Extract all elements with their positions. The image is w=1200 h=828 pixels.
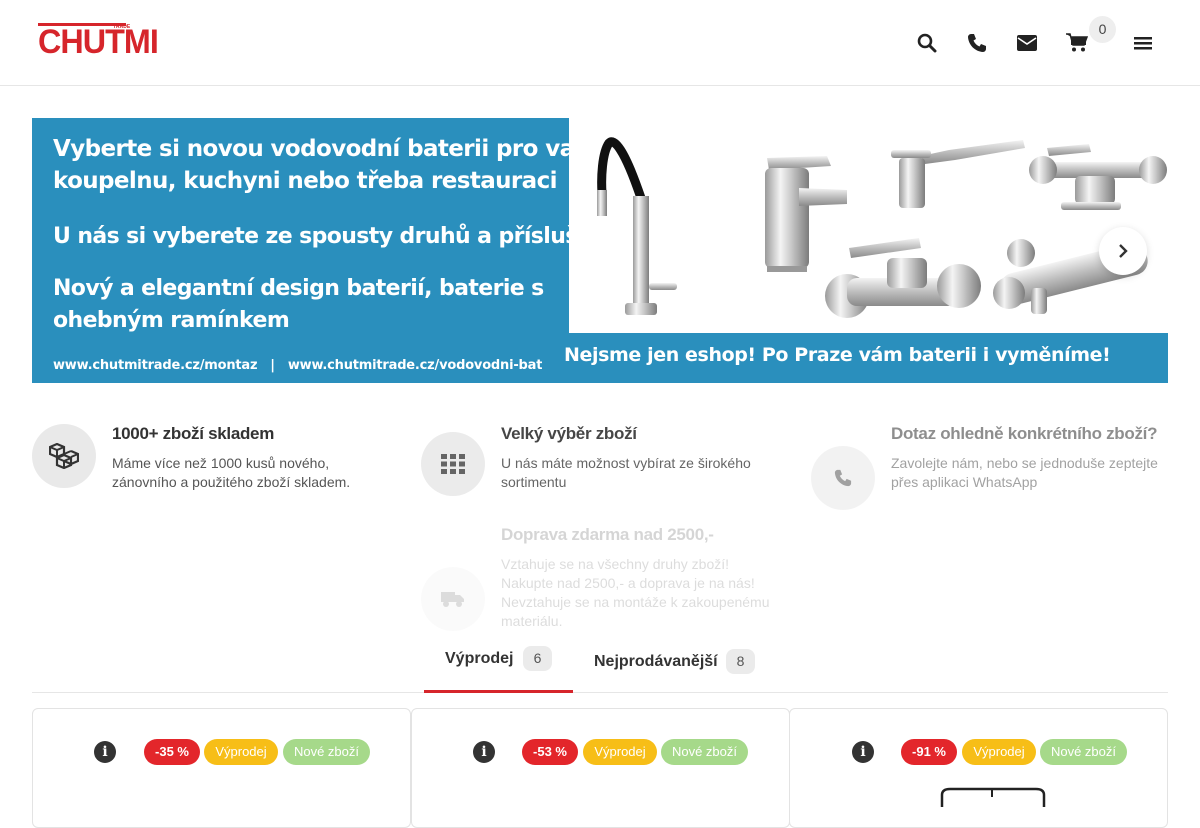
sale-badge: Výprodej bbox=[204, 739, 278, 765]
discount-badge: -91 % bbox=[901, 739, 957, 765]
chevron-right-icon bbox=[1119, 244, 1128, 258]
feature-text: Vztahuje se na všechny druhy zboží! Naku… bbox=[501, 556, 770, 629]
product-card[interactable]: i -35 % Výprodej Nové zboží bbox=[32, 708, 411, 828]
banner-design-line1: Nový a elegantní design baterií, baterie… bbox=[53, 276, 544, 301]
active-tab-indicator bbox=[424, 690, 573, 693]
feature-text: Zavolejte nám, nebo se jednoduše zeptejt… bbox=[891, 455, 1158, 490]
site-header: CHUTMI TRADE 0 bbox=[0, 0, 1200, 86]
tab-count-badge: 8 bbox=[726, 649, 755, 674]
banner-design-line2: ohebným ramínkem bbox=[53, 308, 290, 333]
feature-title: Dotaz ohledně konkrétního zboží? bbox=[891, 424, 1158, 443]
logo-subtext: TRADE bbox=[113, 24, 131, 30]
banner-headline-line1: Vyberte si novou vodovodní baterii pro v… bbox=[53, 136, 596, 162]
tab-label: Nejprodávanější bbox=[594, 653, 718, 670]
product-tabs: Výprodej 6 Nejprodávanější 8 bbox=[32, 638, 1168, 693]
banner-text-panel: Vyberte si novou vodovodní baterii pro v… bbox=[32, 118, 651, 383]
banner-subline: U nás si vyberete ze spousty druhů a pří… bbox=[53, 224, 651, 249]
phone-icon bbox=[811, 446, 875, 510]
info-icon[interactable]: i bbox=[473, 741, 495, 763]
product-card[interactable]: i -53 % Výprodej Nové zboží bbox=[411, 708, 790, 828]
carousel-next-button[interactable] bbox=[1099, 227, 1147, 275]
logo-text: CHUTMI bbox=[38, 23, 159, 61]
feature-shipping: Doprava zdarma nad 2500,- Vztahuje se na… bbox=[421, 525, 781, 635]
menu-icon[interactable] bbox=[1131, 30, 1155, 56]
product-card[interactable]: i -91 % Výprodej Nové zboží bbox=[789, 708, 1168, 828]
cart-icon[interactable] bbox=[1065, 30, 1089, 56]
discount-badge: -53 % bbox=[522, 739, 578, 765]
feature-title: Velký výběr zboží bbox=[501, 424, 637, 443]
cubes-icon bbox=[32, 424, 96, 488]
sale-badge: Výprodej bbox=[583, 739, 657, 765]
cart-count-badge: 0 bbox=[1089, 16, 1116, 43]
info-icon[interactable]: i bbox=[94, 741, 116, 763]
tab-label: Výprodej bbox=[445, 650, 514, 667]
banner-strip-text: Nejsme jen eshop! Po Praze vám baterii i… bbox=[564, 344, 1111, 366]
sale-badge: Výprodej bbox=[962, 739, 1036, 765]
feature-title: 1000+ zboží skladem bbox=[112, 424, 275, 443]
feature-text: U nás máte možnost vybírat ze širokého s… bbox=[501, 455, 751, 490]
discount-badge: -35 % bbox=[144, 739, 200, 765]
feature-text: Máme více než 1000 kusů nového, zánovníh… bbox=[112, 455, 351, 490]
hero-banner[interactable]: Vyberte si novou vodovodní baterii pro v… bbox=[32, 118, 1168, 383]
new-badge: Nové zboží bbox=[1040, 739, 1127, 765]
envelope-icon[interactable] bbox=[1015, 30, 1039, 56]
tab-nejprodavanejsi[interactable]: Nejprodávanější 8 bbox=[584, 638, 774, 693]
tab-vyprodej[interactable]: Výprodej 6 bbox=[424, 638, 573, 693]
feature-contact: Dotaz ohledně konkrétního zboží? Zavolej… bbox=[811, 424, 1171, 514]
banner-urls: www.chutmitrade.cz/montaz | www.chutmitr… bbox=[53, 358, 570, 373]
grid-icon bbox=[421, 432, 485, 496]
feature-selection: Velký výběr zboží U nás máte možnost vyb… bbox=[421, 424, 781, 504]
new-badge: Nové zboží bbox=[661, 739, 748, 765]
phone-icon[interactable] bbox=[965, 30, 989, 56]
logo[interactable]: CHUTMI TRADE bbox=[38, 22, 159, 62]
feature-stock: 1000+ zboží skladem Máme více než 1000 k… bbox=[32, 424, 392, 504]
product-image bbox=[940, 787, 1046, 807]
new-badge: Nové zboží bbox=[283, 739, 370, 765]
tab-count-badge: 6 bbox=[523, 646, 552, 671]
feature-title: Doprava zdarma nad 2500,- bbox=[501, 525, 714, 544]
banner-headline-line2: koupelnu, kuchyni nebo třeba restauraci bbox=[53, 168, 558, 194]
info-icon[interactable]: i bbox=[852, 741, 874, 763]
banner-strip: Nejsme jen eshop! Po Praze vám baterii i… bbox=[542, 333, 1168, 383]
truck-icon bbox=[421, 567, 485, 631]
search-icon[interactable] bbox=[915, 30, 939, 56]
